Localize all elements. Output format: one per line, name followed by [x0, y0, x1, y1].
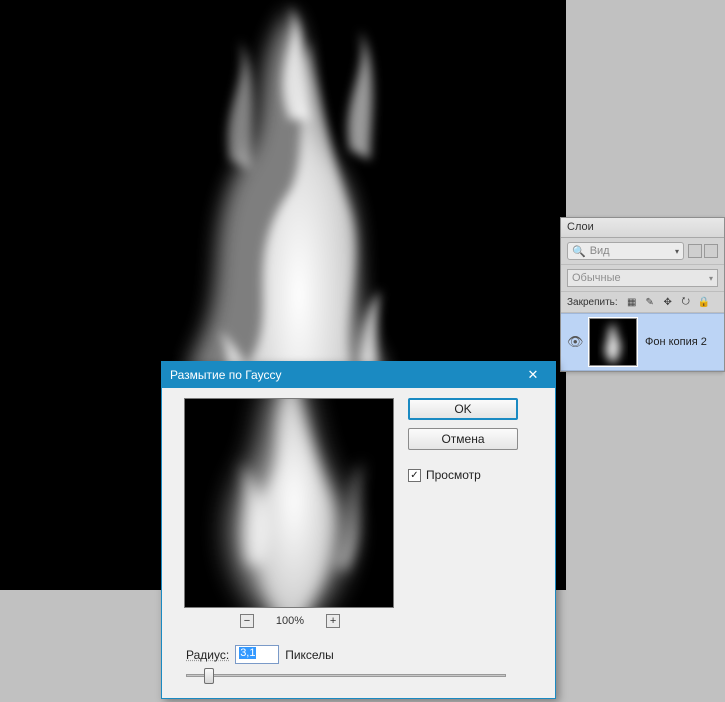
layer-name: Фон копия 2 [645, 336, 707, 348]
filter-pixel-icon[interactable] [688, 244, 702, 258]
gaussian-blur-dialog: Размытие по Гауссу ✕ [161, 361, 556, 699]
layer-filter-placeholder: Вид [590, 245, 610, 257]
layer-item[interactable]: 👁 Фон копия 2 [561, 313, 724, 371]
layer-filter-dropdown[interactable]: 🔍 Вид ▾ [567, 242, 684, 260]
dialog-title: Размытие по Гауссу [170, 368, 281, 382]
zoom-in-button[interactable]: + [326, 614, 340, 628]
chevron-down-icon: ▾ [709, 274, 713, 283]
blend-mode-row: Обычные ▾ [561, 265, 724, 292]
chevron-down-icon: ▾ [675, 247, 679, 256]
layers-tab-label: Слои [567, 221, 594, 233]
lock-all-icon[interactable]: 🔒 [698, 296, 710, 308]
lock-position-icon[interactable]: ✥ [662, 296, 674, 308]
zoom-controls: − 100% + [184, 614, 396, 628]
ok-label: OK [454, 402, 471, 416]
blend-mode-dropdown[interactable]: Обычные ▾ [567, 269, 718, 287]
layers-panel: Слои 🔍 Вид ▾ Обычные ▾ Закрепить: ▦ ✎ ✥ … [560, 217, 725, 372]
radius-slider[interactable] [186, 668, 506, 682]
slider-track [186, 674, 506, 677]
lock-artboard-icon[interactable]: ⭮ [680, 296, 692, 308]
close-icon: ✕ [528, 367, 539, 383]
dialog-titlebar[interactable]: Размытие по Гауссу ✕ [162, 362, 555, 388]
zoom-level: 100% [276, 615, 304, 627]
visibility-icon[interactable]: 👁 [567, 334, 581, 350]
search-icon: 🔍 [572, 245, 586, 258]
radius-value: 3,1 [239, 647, 256, 659]
close-button[interactable]: ✕ [513, 364, 553, 386]
radius-units: Пикселы [285, 648, 334, 662]
radius-input[interactable]: 3,1 [235, 645, 279, 664]
radius-label: Радиус: [186, 648, 229, 662]
lock-transparent-icon[interactable]: ▦ [626, 296, 638, 308]
layers-search-row: 🔍 Вид ▾ [561, 238, 724, 265]
cancel-label: Отмена [441, 432, 484, 446]
slider-thumb[interactable] [204, 668, 214, 684]
preview-label: Просмотр [426, 468, 481, 482]
filter-adjust-icon[interactable] [704, 244, 718, 258]
ok-button[interactable]: OK [408, 398, 518, 420]
lock-label: Закрепить: [567, 297, 618, 308]
layer-thumbnail[interactable] [589, 318, 637, 366]
lock-row: Закрепить: ▦ ✎ ✥ ⭮ 🔒 [561, 292, 724, 313]
zoom-out-button[interactable]: − [240, 614, 254, 628]
lock-pixels-icon[interactable]: ✎ [644, 296, 656, 308]
blend-mode-value: Обычные [572, 272, 621, 284]
preview-checkbox-row: ✓ Просмотр [408, 468, 518, 482]
cancel-button[interactable]: Отмена [408, 428, 518, 450]
preview-checkbox[interactable]: ✓ [408, 469, 421, 482]
radius-row: Радиус: 3,1 Пикселы [186, 645, 334, 664]
layer-filter-buttons [688, 244, 718, 258]
preview-box[interactable] [184, 398, 394, 608]
layers-tab[interactable]: Слои [561, 218, 724, 238]
